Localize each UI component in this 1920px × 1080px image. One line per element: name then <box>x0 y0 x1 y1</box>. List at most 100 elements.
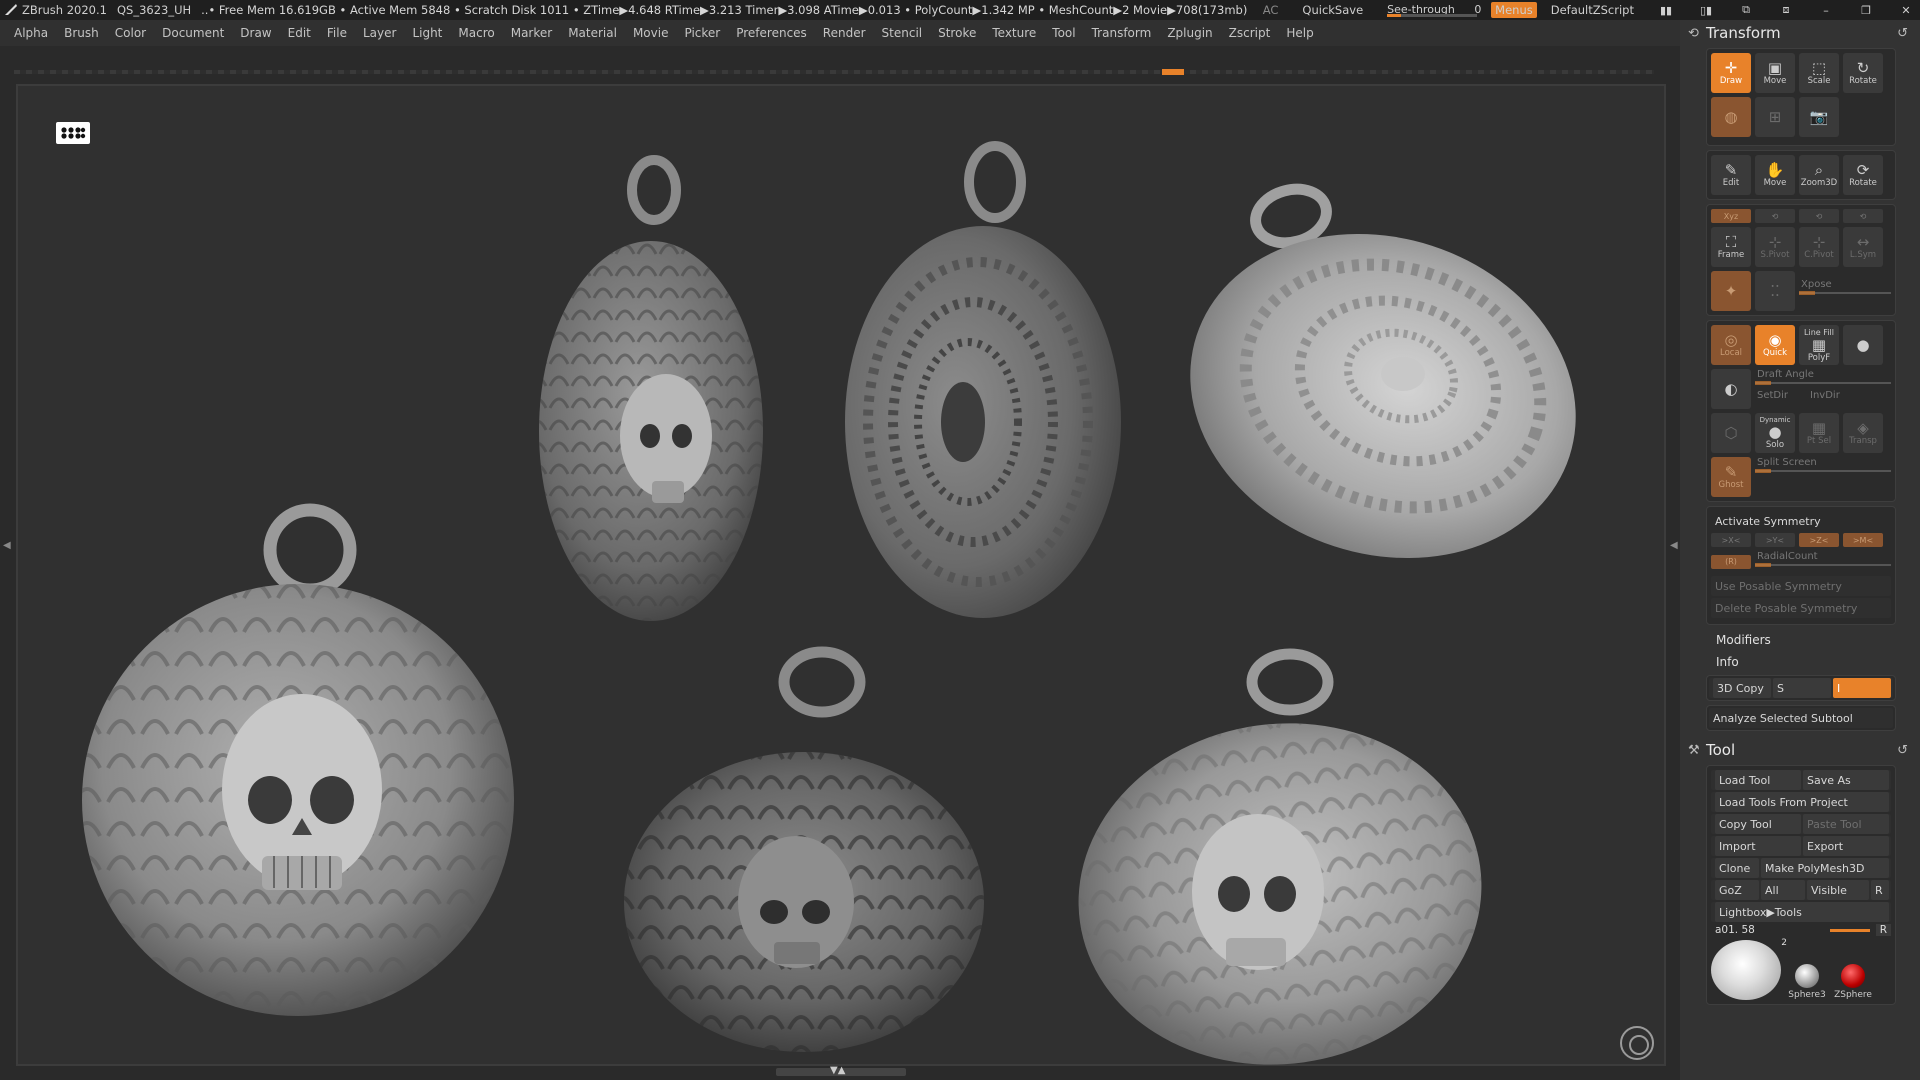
see-through-slider[interactable]: See-through 0 <box>1387 3 1481 17</box>
paste-tool-button[interactable]: Paste Tool <box>1803 814 1889 834</box>
menu-help[interactable]: Help <box>1286 26 1313 40</box>
pivot-ring-icon[interactable] <box>1620 1026 1654 1060</box>
ghost-button[interactable]: ✎ Ghost <box>1711 457 1751 497</box>
x-rotate-button[interactable]: ⟲ <box>1843 209 1883 223</box>
quick-button[interactable]: ◉ Quick <box>1755 325 1795 365</box>
radial-r-button[interactable]: (R) <box>1711 554 1751 569</box>
move-button[interactable]: ▣ Move <box>1755 53 1795 93</box>
local-button[interactable]: ◎ Local <box>1711 325 1751 365</box>
split-screen-slider[interactable] <box>1755 469 1891 473</box>
save-as-button[interactable]: Save As <box>1803 770 1889 790</box>
spivot-button[interactable]: ⊹ S.Pivot <box>1755 227 1795 267</box>
layout-icon[interactable]: ▮▮ <box>1658 4 1674 17</box>
gizmo-button[interactable]: ◍ <box>1711 97 1751 137</box>
menu-alpha[interactable]: Alpha <box>14 26 48 40</box>
menu-edit[interactable]: Edit <box>288 26 311 40</box>
right-tray-toggle-icon[interactable]: ◀ <box>1670 540 1678 556</box>
load-tool-button[interactable]: Load Tool <box>1715 770 1801 790</box>
move-view-button[interactable]: ✋ Move <box>1755 155 1795 195</box>
minimize-icon[interactable]: – <box>1818 4 1834 17</box>
sphere3-tool-thumbnail[interactable]: Sphere3 <box>1787 964 1827 1000</box>
ac-label[interactable]: AC <box>1263 3 1279 17</box>
make-polymesh3d-button[interactable]: Make PolyMesh3D <box>1761 858 1889 878</box>
z-rotate-button[interactable]: ⟲ <box>1799 209 1839 223</box>
xpose-slider[interactable] <box>1799 291 1891 295</box>
goz-all-button[interactable]: All <box>1761 880 1805 900</box>
menu-movie[interactable]: Movie <box>633 26 669 40</box>
perspective-icon[interactable] <box>56 122 90 144</box>
scale-button[interactable]: ⬚ Scale <box>1799 53 1839 93</box>
menu-texture[interactable]: Texture <box>992 26 1036 40</box>
tool-reset-icon[interactable]: ↺ <box>1897 743 1908 758</box>
quicksave-button[interactable]: QuickSave <box>1302 3 1363 17</box>
ui-layout-icon[interactable]: ▯▮ <box>1698 4 1714 17</box>
polyf-button[interactable]: Line Fill ▦ PolyF <box>1799 325 1839 365</box>
activate-symmetry-button[interactable]: Activate Symmetry <box>1711 511 1891 531</box>
dock-icon[interactable]: ⧉ <box>1738 3 1754 16</box>
frame-button[interactable]: ⛶ Frame <box>1711 227 1751 267</box>
menu-layer[interactable]: Layer <box>363 26 396 40</box>
menu-material[interactable]: Material <box>568 26 617 40</box>
menu-brush[interactable]: Brush <box>64 26 99 40</box>
radial-count-slider[interactable] <box>1755 563 1891 567</box>
tool-panel-header[interactable]: ⚒ Tool ↺ <box>1680 737 1920 763</box>
menu-color[interactable]: Color <box>115 26 146 40</box>
menu-tool[interactable]: Tool <box>1052 26 1075 40</box>
goz-r-button[interactable]: R <box>1871 880 1889 900</box>
xyz-button[interactable]: Xyz <box>1711 209 1751 223</box>
3d-copy-i-slider[interactable]: I <box>1833 678 1891 698</box>
zoom3d-button[interactable]: ⌕ Zoom3D <box>1799 155 1839 195</box>
menu-draw[interactable]: Draw <box>240 26 271 40</box>
use-posable-symmetry-button[interactable]: Use Posable Symmetry <box>1711 576 1891 596</box>
left-tray-toggle-icon[interactable]: ◀ <box>3 540 11 556</box>
solo-button[interactable]: Dynamic ● Solo <box>1755 413 1795 453</box>
xsym-button[interactable]: ✦ <box>1711 271 1751 311</box>
load-tools-from-project-button[interactable]: Load Tools From Project <box>1715 792 1889 812</box>
info-subpalette[interactable]: Info <box>1680 651 1920 673</box>
snapshot-button[interactable]: 📷 <box>1799 97 1839 137</box>
export-button[interactable]: Export <box>1803 836 1889 856</box>
lsym-button[interactable]: ↔ L.Sym <box>1843 227 1883 267</box>
menu-light[interactable]: Light <box>412 26 442 40</box>
restore-icon[interactable]: ❐ <box>1858 4 1874 17</box>
copy-tool-button[interactable]: Copy Tool <box>1715 814 1801 834</box>
goz-button[interactable]: GoZ <box>1715 880 1759 900</box>
3d-copy-s-button[interactable]: S <box>1773 678 1831 698</box>
ptsel-button[interactable]: ▦ Pt Sel <box>1799 413 1839 453</box>
timeline-strip[interactable] <box>14 66 1664 78</box>
panel-reset-icon[interactable]: ↺ <box>1897 26 1908 41</box>
invdir-button[interactable]: InvDir <box>1808 390 1840 401</box>
edit-button[interactable]: ✎ Edit <box>1711 155 1751 195</box>
cpivot-button[interactable]: ⊹ C.Pivot <box>1799 227 1839 267</box>
rotate-button[interactable]: ↻ Rotate <box>1843 53 1883 93</box>
split-screen-label[interactable]: Split Screen <box>1755 457 1891 468</box>
transp-button[interactable]: ◈ Transp <box>1843 413 1883 453</box>
menu-preferences[interactable]: Preferences <box>736 26 807 40</box>
current-tool-slider[interactable] <box>1829 928 1870 932</box>
zsphere-tool-thumbnail[interactable]: ZSphere <box>1833 964 1873 1000</box>
menu-stroke[interactable]: Stroke <box>938 26 976 40</box>
rotate-view-button[interactable]: ⟳ Rotate <box>1843 155 1883 195</box>
menu-document[interactable]: Document <box>162 26 224 40</box>
float-icon[interactable]: ⧈ <box>1778 3 1794 16</box>
menu-marker[interactable]: Marker <box>511 26 552 40</box>
xpose-toggle-button[interactable]: ⁚⁚ <box>1755 271 1795 311</box>
close-icon[interactable]: ✕ <box>1898 4 1914 17</box>
draft-button[interactable]: ◐ <box>1711 369 1751 409</box>
menu-file[interactable]: File <box>327 26 347 40</box>
setdir-button[interactable]: SetDir <box>1755 390 1788 401</box>
timeline-marker[interactable] <box>1162 69 1184 75</box>
analyze-selected-subtool-button[interactable]: Analyze Selected Subtool <box>1709 708 1893 728</box>
document-canvas[interactable] <box>16 84 1666 1066</box>
transform-panel-header[interactable]: ⟲ Transform ↺ <box>1680 20 1920 46</box>
goz-visible-button[interactable]: Visible <box>1807 880 1869 900</box>
default-zscript-button[interactable]: DefaultZScript <box>1551 3 1634 17</box>
clone-button[interactable]: Clone <box>1715 858 1759 878</box>
sym-z-button[interactable]: >Z< <box>1799 533 1839 547</box>
modifiers-subpalette[interactable]: Modifiers <box>1680 629 1920 651</box>
lightbox-tools-button[interactable]: Lightbox▶Tools <box>1715 902 1889 922</box>
3d-copy-button[interactable]: 3D Copy <box>1713 678 1771 698</box>
current-tool-thumbnail[interactable]: 2 <box>1711 938 1787 1000</box>
delete-posable-symmetry-button[interactable]: Delete Posable Symmetry <box>1711 598 1891 618</box>
sym-m-button[interactable]: >M< <box>1843 533 1883 547</box>
